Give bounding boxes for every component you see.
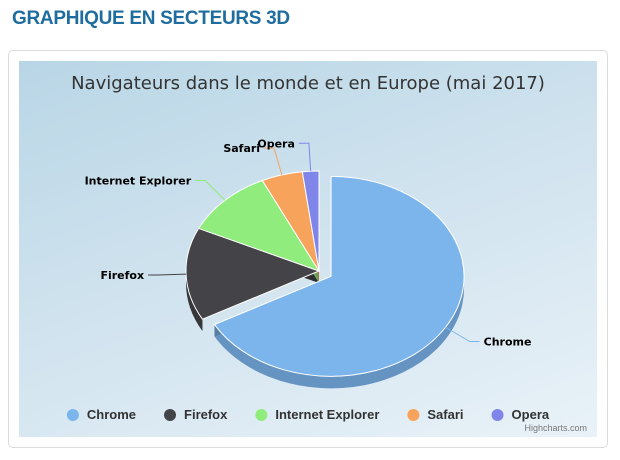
section-heading: GRAPHIQUE EN SECTEURS 3D [12, 8, 290, 29]
pie-slices [185, 170, 465, 389]
legend-label-firefox: Firefox [184, 407, 228, 422]
legend-marker-safari [407, 409, 420, 421]
legend-marker-internet-explorer [255, 409, 268, 421]
legend-marker-opera [491, 409, 504, 421]
legend-item-opera[interactable]: Opera [491, 407, 550, 422]
legend-label-internet-explorer: Internet Explorer [275, 407, 379, 422]
chart-area: Navigateurs dans le monde et en Europe (… [19, 61, 597, 437]
chart-credit: Highcharts.com [524, 423, 587, 433]
legend-label-safari: Safari [427, 407, 463, 422]
chart-title: Navigateurs dans le monde et en Europe (… [71, 73, 545, 94]
chart-card: Navigateurs dans le monde et en Europe (… [8, 50, 608, 448]
legend-label-opera: Opera [512, 407, 550, 422]
label-connector-internet-explorer [195, 179, 226, 201]
slice-label-firefox: Firefox [100, 269, 144, 282]
pie-chart-3d: Navigateurs dans le monde et en Europe (… [66, 73, 587, 433]
legend-item-internet-explorer[interactable]: Internet Explorer [255, 407, 379, 422]
slice-label-opera: Opera [257, 137, 295, 150]
slice-label-safari: Safari [223, 142, 260, 155]
label-connector-safari [264, 147, 283, 176]
legend-item-safari[interactable]: Safari [407, 407, 464, 422]
legend-item-firefox[interactable]: Firefox [164, 407, 228, 422]
legend-marker-chrome [66, 409, 79, 421]
chart-legend: Chrome Firefox Internet Explorer Safari Oper… [66, 407, 550, 422]
slice-label-internet-explorer: Internet Explorer [85, 174, 192, 187]
slice-label-chrome: Chrome [484, 336, 532, 349]
legend-marker-firefox [164, 409, 177, 421]
label-connector-opera [298, 142, 312, 172]
legend-label-chrome: Chrome [87, 407, 136, 422]
label-connector-firefox [148, 273, 187, 276]
legend-item-chrome[interactable]: Chrome [66, 407, 136, 422]
